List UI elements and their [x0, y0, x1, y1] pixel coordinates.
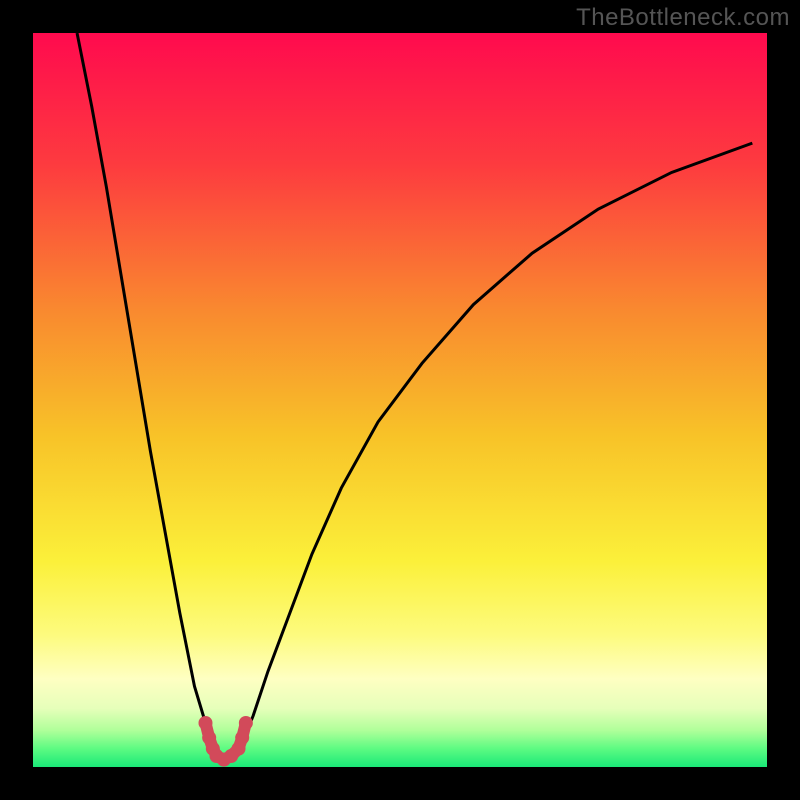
valley-marker-dot: [235, 731, 249, 745]
chart-stage: TheBottleneck.com: [0, 0, 800, 800]
watermark-text: TheBottleneck.com: [576, 4, 790, 32]
plot-area: [33, 33, 767, 767]
left-curve: [77, 33, 216, 752]
right-curve: [239, 143, 753, 752]
curves-svg: [33, 33, 767, 767]
valley-marker-dot: [198, 716, 212, 730]
valley-marker-dot: [239, 716, 253, 730]
valley-marker-dots: [198, 716, 252, 767]
